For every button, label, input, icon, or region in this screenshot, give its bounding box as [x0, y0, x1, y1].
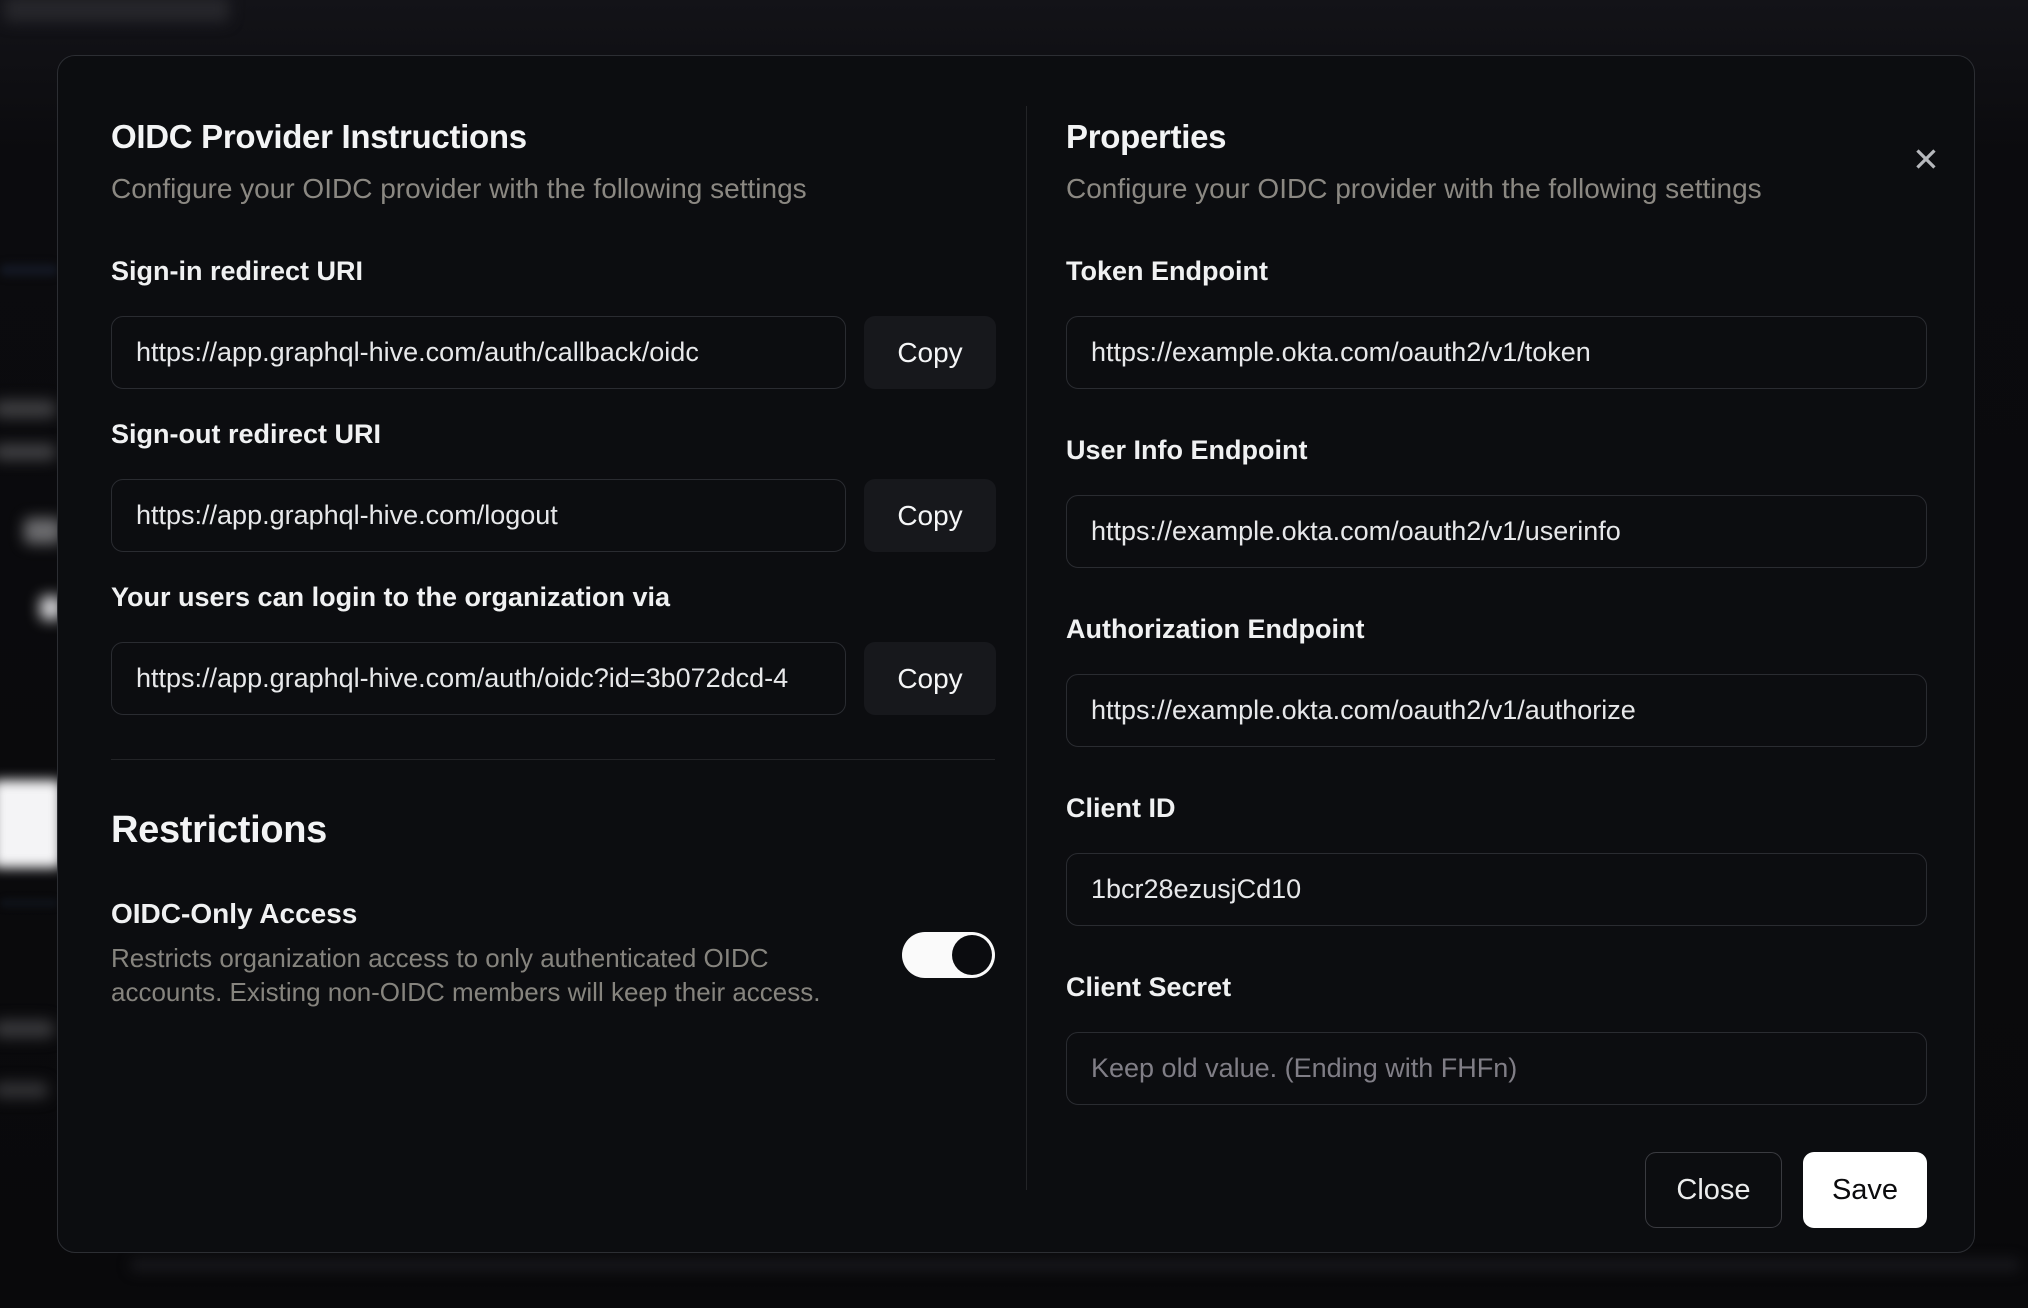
- sign-in-redirect-uri-input[interactable]: [111, 316, 846, 389]
- client-secret-input[interactable]: [1066, 1032, 1927, 1105]
- client-id-field: Client ID: [1066, 794, 1927, 926]
- copy-button[interactable]: Copy: [864, 479, 996, 552]
- user-info-endpoint-field: User Info Endpoint: [1066, 436, 1927, 568]
- properties-panel: Properties Configure your OIDC provider …: [1027, 56, 1974, 1252]
- blurred-divider: [0, 264, 58, 276]
- user-info-endpoint-input[interactable]: [1066, 495, 1927, 568]
- panel-subtitle: Configure your OIDC provider with the fo…: [1066, 173, 1762, 204]
- toggle-knob: [952, 934, 992, 975]
- blurred-text: [0, 400, 56, 418]
- save-button[interactable]: Save: [1803, 1152, 1927, 1228]
- client-id-input[interactable]: [1066, 853, 1927, 926]
- copy-button[interactable]: Copy: [864, 316, 996, 389]
- field-label: Authorization Endpoint: [1066, 614, 1365, 644]
- oidc-only-access-row: OIDC-Only Access Restricts organization …: [111, 900, 995, 1009]
- copy-button[interactable]: Copy: [864, 642, 996, 715]
- oidc-settings-modal: ✕ OIDC Provider Instructions Configure y…: [57, 55, 1975, 1253]
- org-login-url-input[interactable]: [111, 642, 846, 715]
- modal-actions: Close Save: [1066, 1152, 1927, 1228]
- blurred-text: [0, 1082, 48, 1098]
- field-label: Token Endpoint: [1066, 256, 1268, 286]
- oidc-only-access-label: OIDC-Only Access: [111, 898, 358, 929]
- authorization-endpoint-input[interactable]: [1066, 674, 1927, 747]
- restrictions-title: Restrictions: [111, 809, 328, 851]
- panel-title: Properties: [1066, 118, 1227, 155]
- sign-in-redirect-field: Sign-in redirect URI Copy: [111, 256, 996, 389]
- authorization-endpoint-field: Authorization Endpoint: [1066, 615, 1927, 747]
- field-label: Client Secret: [1066, 972, 1232, 1002]
- blurred-strip: [130, 1258, 2020, 1272]
- section-divider: [111, 759, 995, 760]
- blurred-text: [0, 1020, 54, 1038]
- screen: ✕ OIDC Provider Instructions Configure y…: [0, 0, 2028, 1308]
- oidc-only-access-text: OIDC-Only Access Restricts organization …: [111, 900, 863, 1009]
- blurred-text: [0, 444, 56, 460]
- oidc-only-access-description: Restricts organization access to only au…: [111, 943, 821, 1007]
- panel-title: OIDC Provider Instructions: [111, 118, 527, 155]
- blurred-logo: [4, 0, 229, 22]
- sign-out-redirect-uri-input[interactable]: [111, 479, 846, 552]
- oidc-only-access-toggle[interactable]: [902, 931, 995, 978]
- token-endpoint-input[interactable]: [1066, 316, 1927, 389]
- token-endpoint-field: Token Endpoint: [1066, 257, 1927, 389]
- field-label: Sign-in redirect URI: [111, 256, 364, 286]
- field-label: Sign-out redirect URI: [111, 419, 382, 449]
- oidc-instructions-panel: OIDC Provider Instructions Configure you…: [58, 56, 1026, 1252]
- field-label: Your users can login to the organization…: [111, 582, 671, 612]
- field-label: User Info Endpoint: [1066, 435, 1308, 465]
- close-button[interactable]: Close: [1645, 1152, 1782, 1228]
- sign-out-redirect-field: Sign-out redirect URI Copy: [111, 419, 996, 552]
- panel-subtitle: Configure your OIDC provider with the fo…: [111, 173, 807, 204]
- client-secret-field: Client Secret: [1066, 973, 1927, 1105]
- org-login-url-field: Your users can login to the organization…: [111, 582, 996, 715]
- blurred-white-button: [0, 780, 62, 868]
- blurred-divider: [0, 898, 58, 908]
- field-label: Client ID: [1066, 793, 1176, 823]
